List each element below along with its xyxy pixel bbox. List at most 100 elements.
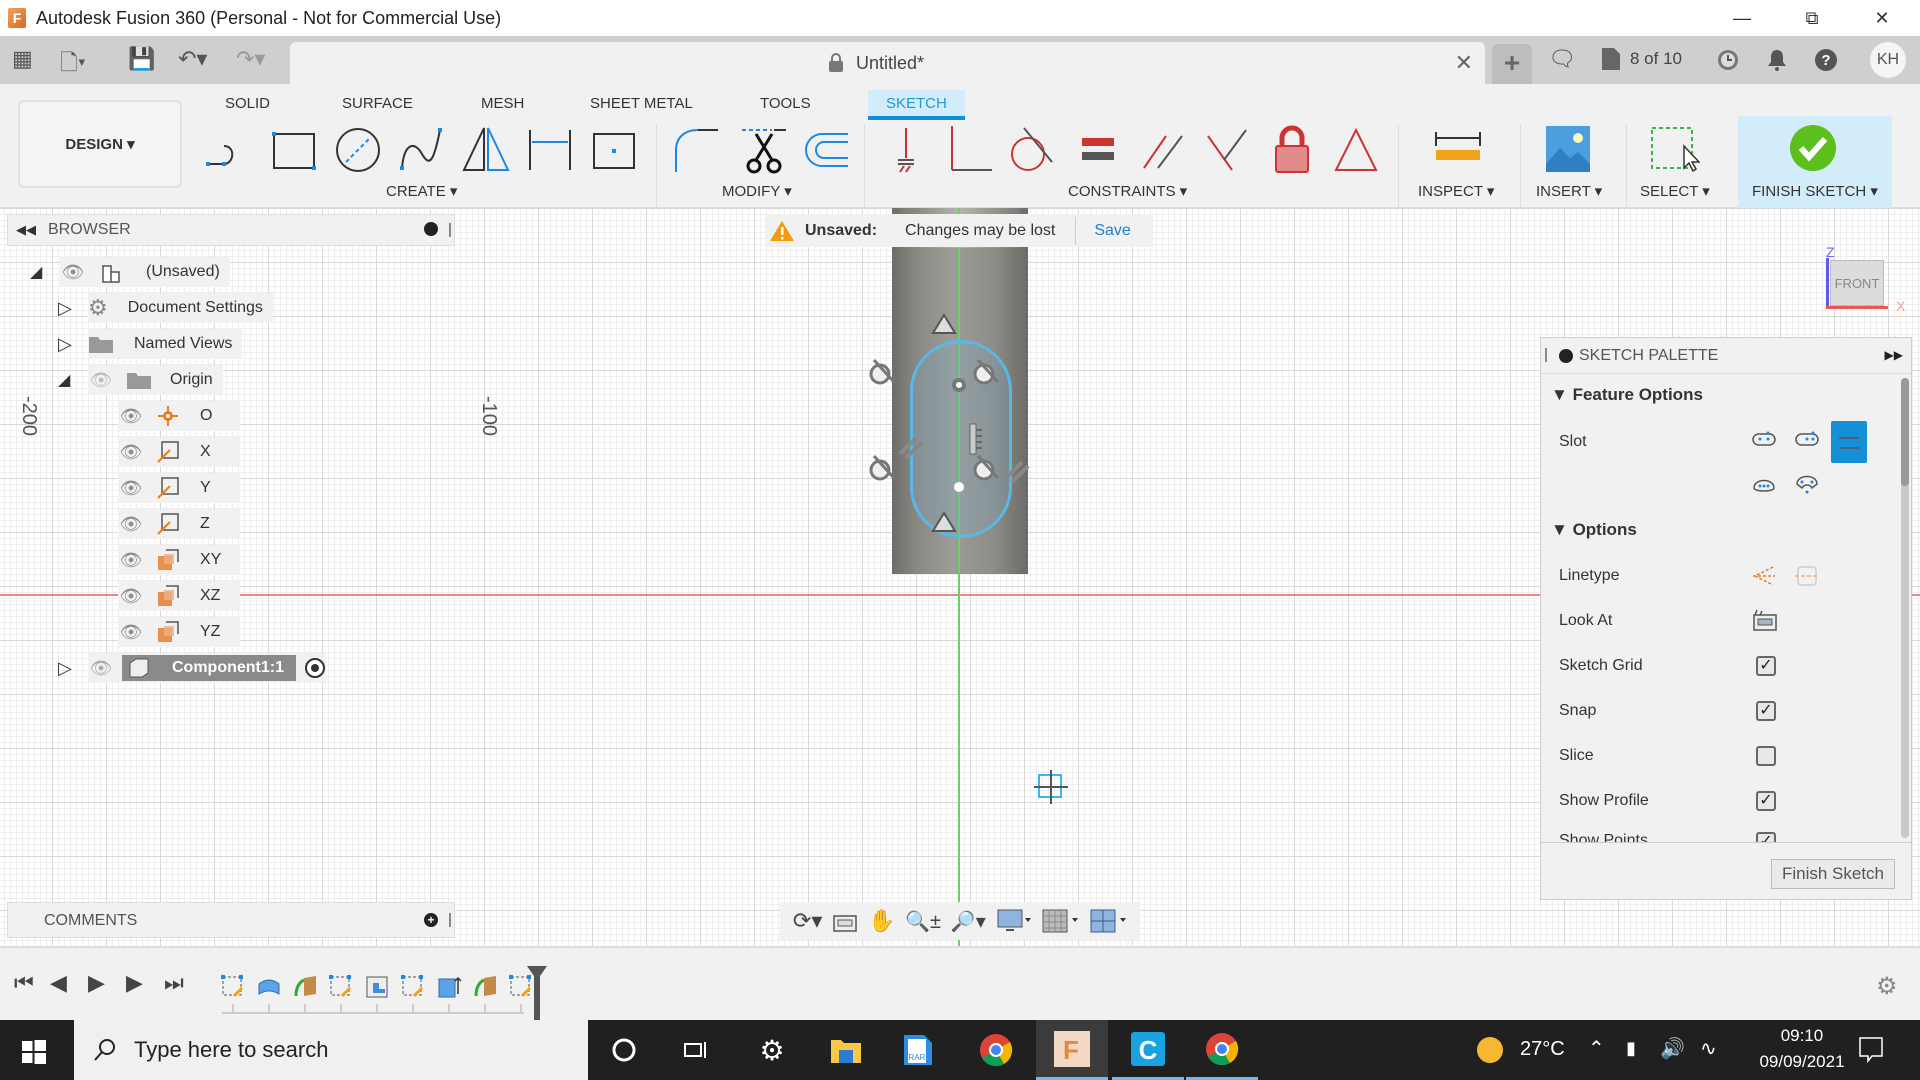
save-icon[interactable]: 💾 — [128, 46, 155, 72]
visibility-eye-icon[interactable]: 👁 — [118, 478, 144, 499]
fillet-tool-icon[interactable] — [670, 124, 722, 176]
timeline-feature-sketch[interactable] — [220, 974, 246, 1000]
viewports-icon[interactable] — [1089, 908, 1127, 934]
winrar-icon[interactable]: RAR — [882, 1020, 954, 1080]
timeline-feature-extrude[interactable] — [436, 974, 462, 1000]
tree-item-origin-x[interactable]: 👁 X — [118, 437, 240, 467]
pan-icon[interactable]: ✋ — [868, 908, 895, 934]
timeline-feature-sketch[interactable] — [328, 974, 354, 1000]
save-link[interactable]: Save — [1094, 222, 1130, 240]
finish-sketch-palette-button[interactable]: Finish Sketch — [1771, 859, 1895, 889]
palette-scrollbar-thumb[interactable] — [1901, 378, 1909, 486]
comments-icon[interactable]: 🗨 — [1548, 46, 1576, 72]
weather-sun-icon[interactable] — [1476, 1036, 1504, 1064]
windows-start-icon[interactable] — [22, 1040, 46, 1064]
timeline-feature-shell[interactable] — [364, 974, 390, 1000]
taskbar-search[interactable]: Type here to search — [74, 1020, 588, 1080]
palette-minimize-icon[interactable] — [1559, 349, 1573, 363]
tab-sketch[interactable]: SKETCH — [868, 90, 965, 120]
view-cube[interactable]: Z X FRONT — [1820, 244, 1910, 314]
action-center-icon[interactable] — [1858, 1036, 1884, 1064]
finish-sketch-button[interactable]: FINISH SKETCH ▾ — [1738, 116, 1892, 208]
cortana-icon[interactable] — [588, 1020, 660, 1080]
equal-constraint-icon[interactable] — [1074, 124, 1126, 176]
help-icon[interactable]: ? — [1814, 48, 1838, 72]
file-explorer-icon[interactable] — [810, 1020, 882, 1080]
expanded-triangle-icon[interactable]: ◢ — [30, 262, 50, 282]
job-status-count[interactable]: 8 of 10 — [1630, 49, 1682, 69]
parallel-constraint-icon[interactable] — [1138, 124, 1190, 176]
palette-collapse-icon[interactable]: ▶▶ — [1885, 348, 1903, 362]
mirror-tool-icon[interactable] — [460, 124, 512, 176]
perpendicular-constraint-icon[interactable] — [1202, 124, 1254, 176]
file-menu-icon[interactable]: 🗋▾ — [60, 46, 86, 84]
spline-tool-icon[interactable] — [396, 124, 448, 176]
tree-item-origin-xz[interactable]: 👁 XZ — [118, 581, 240, 611]
feature-options-header[interactable]: ▼ Feature Options — [1551, 385, 1703, 405]
options-header[interactable]: ▼ Options — [1551, 520, 1637, 540]
timeline-feature-sweep[interactable] — [472, 974, 498, 1000]
three-point-arc-slot-icon[interactable] — [1751, 476, 1777, 494]
point-tool-icon[interactable] — [588, 124, 640, 176]
app-grid-icon[interactable]: ▦ — [12, 46, 33, 72]
step-back-icon[interactable]: ◀ — [50, 970, 67, 996]
orbit-icon[interactable]: ⟳▾ — [793, 908, 822, 934]
show-hidden-icons-chevron[interactable]: ⌃ — [1588, 1036, 1605, 1061]
fix-constraint-icon[interactable] — [880, 124, 932, 176]
tab-tools[interactable]: TOOLS — [760, 90, 811, 120]
task-view-icon[interactable] — [660, 1020, 732, 1080]
visibility-eye-icon[interactable]: 👁 — [118, 406, 144, 427]
activate-component-radio[interactable] — [304, 657, 326, 679]
close-tab-icon[interactable]: ✕ — [1455, 50, 1473, 76]
expanded-triangle-icon[interactable]: ◢ — [58, 370, 78, 390]
tree-item-document-settings[interactable]: ▷ ⚙ Document Settings — [58, 293, 273, 323]
center-to-center-slot-icon[interactable] — [1751, 430, 1777, 448]
step-forward-icon[interactable]: ▶ — [126, 970, 143, 996]
tangent-constraint-glyph[interactable] — [970, 354, 1006, 390]
tree-root[interactable]: ◢ 👁 (Unsaved) — [30, 257, 230, 287]
fix-constraint-glyph[interactable] — [968, 422, 986, 456]
notification-bell-icon[interactable] — [1766, 48, 1788, 72]
slot-end-point[interactable] — [954, 482, 964, 492]
tree-item-component[interactable]: ▷ 👁 Component1:1 — [58, 653, 326, 683]
browser-resize-handle[interactable] — [449, 223, 451, 237]
clock-icon[interactable] — [1716, 48, 1740, 72]
view-cube-front-face[interactable]: FRONT — [1830, 260, 1884, 306]
centerline-linetype-icon[interactable] — [1795, 564, 1819, 588]
play-icon[interactable]: ▶ — [88, 970, 105, 996]
wifi-icon[interactable]: ∿ — [1700, 1036, 1717, 1061]
constraints-menu[interactable]: CONSTRAINTS ▾ — [1068, 182, 1187, 200]
settings-app-icon[interactable]: ⚙ — [736, 1020, 808, 1080]
undo-icon[interactable]: ↶▾ — [178, 46, 207, 72]
trim-tool-icon[interactable] — [738, 124, 790, 176]
visibility-eye-icon[interactable]: 👁 — [118, 586, 144, 607]
go-to-end-icon[interactable]: ⏭ — [164, 970, 184, 996]
visibility-eye-icon[interactable]: 👁 — [118, 550, 144, 571]
measure-icon[interactable] — [1432, 124, 1484, 176]
visibility-eye-icon[interactable]: 👁 — [118, 514, 144, 535]
collapsed-triangle-icon[interactable]: ▷ — [58, 334, 78, 355]
tangent-constraint-icon[interactable] — [1006, 124, 1058, 176]
workspace-switcher[interactable]: DESIGN ▾ — [18, 100, 182, 188]
clock-date[interactable]: 09/09/2021 — [1750, 1052, 1854, 1072]
insert-menu[interactable]: INSERT ▾ — [1536, 182, 1602, 200]
overall-slot-icon[interactable] — [1794, 430, 1820, 448]
tree-item-named-views[interactable]: ▷ Named Views — [58, 329, 243, 359]
slice-checkbox[interactable] — [1756, 746, 1776, 766]
visibility-eye-icon[interactable]: 👁 — [60, 262, 86, 283]
hidden-eye-icon[interactable]: 👁 — [88, 370, 114, 391]
offset-tool-icon[interactable] — [800, 124, 852, 176]
tangent-constraint-glyph[interactable] — [866, 354, 902, 390]
chrome-icon-2[interactable] — [1186, 1020, 1258, 1080]
job-status-icon[interactable] — [1600, 46, 1624, 72]
horizontal-constraint-glyph[interactable] — [930, 312, 958, 336]
circle-tool-icon[interactable] — [332, 124, 384, 176]
tree-item-origin-o[interactable]: 👁 O — [118, 401, 240, 431]
slot-center-point[interactable] — [952, 378, 966, 392]
select-icon[interactable] — [1648, 124, 1700, 176]
triangle-constraint-icon[interactable] — [1330, 124, 1382, 176]
volume-icon[interactable]: 🔊 — [1660, 1036, 1685, 1061]
fusion360-taskbar-icon[interactable]: F — [1036, 1020, 1108, 1080]
tab-solid[interactable]: SOLID — [225, 90, 270, 120]
construction-linetype-icon[interactable] — [1751, 564, 1777, 588]
